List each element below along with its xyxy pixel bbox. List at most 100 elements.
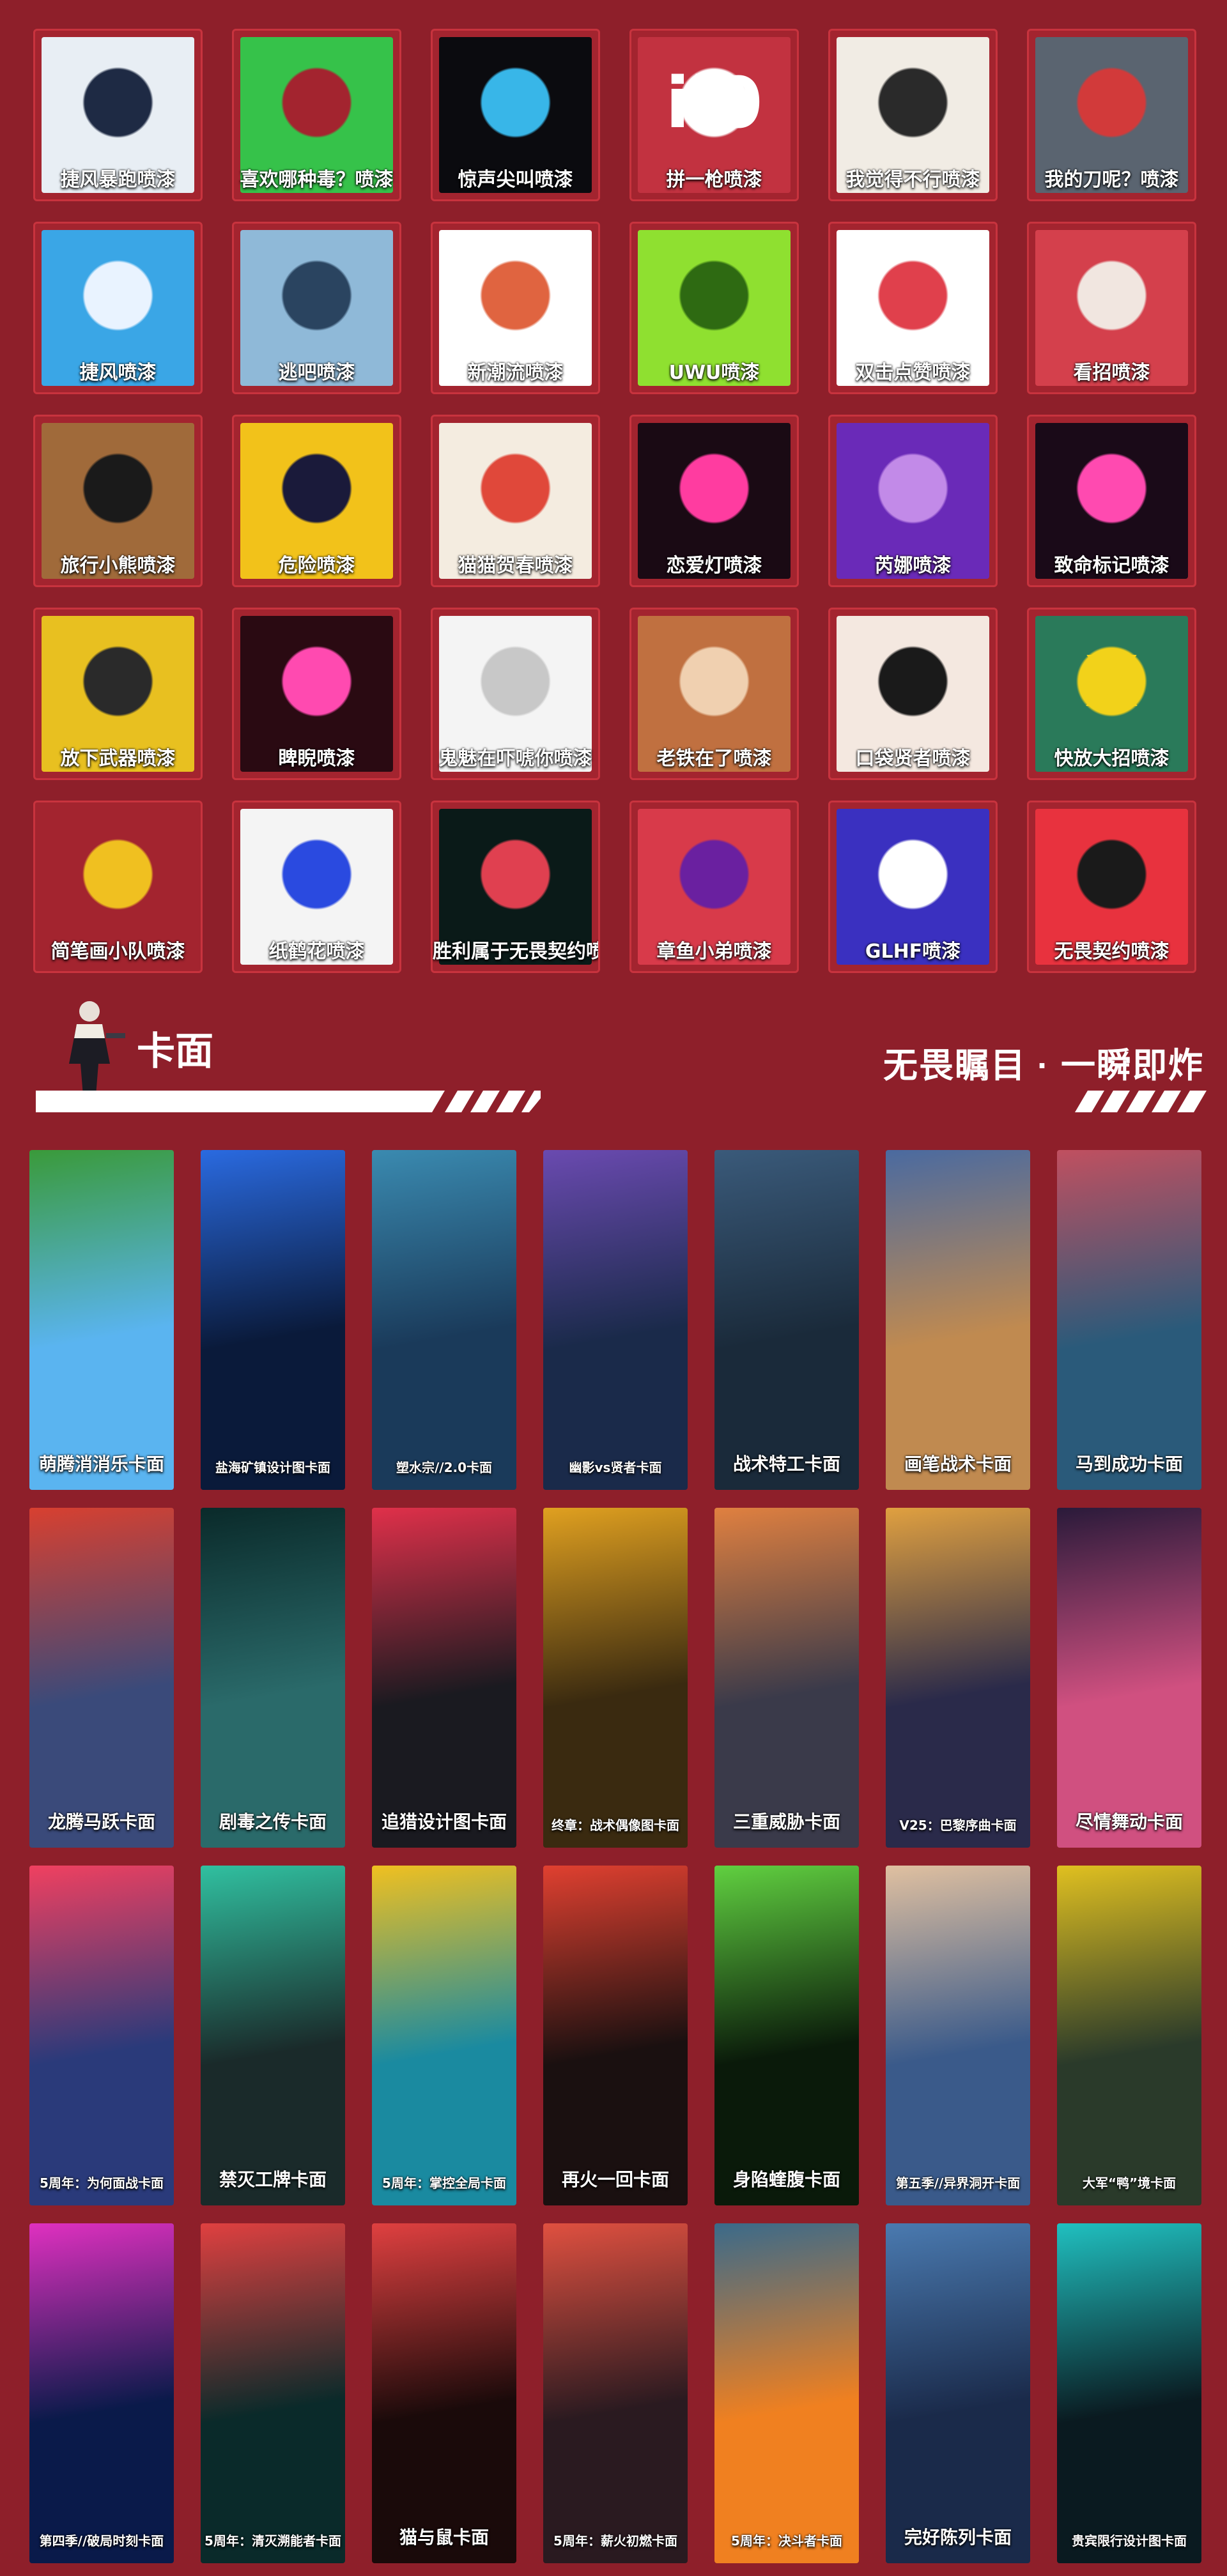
card-artwork bbox=[543, 2223, 688, 2563]
card-tile[interactable]: 幽影vs贤者卡面 bbox=[543, 1150, 688, 1490]
spray-tile[interactable]: X 快放大招喷漆 bbox=[1027, 608, 1196, 780]
card-tile[interactable]: 5周年：薪火初燃卡面 bbox=[543, 2223, 688, 2563]
card-label: 再火一回卡面 bbox=[561, 2169, 669, 2190]
card-artwork bbox=[29, 1150, 174, 1490]
spray-label: 双击点赞喷漆 bbox=[855, 362, 971, 384]
card-tile[interactable]: 5周年：决斗者卡面 bbox=[714, 2223, 859, 2563]
card-tile[interactable]: 萌腾消消乐卡面 bbox=[29, 1150, 174, 1490]
card-tile[interactable]: 贵宾限行设计图卡面 bbox=[1057, 2223, 1201, 2563]
left-stripe-bar bbox=[36, 1091, 541, 1112]
card-tile[interactable]: 追猎设计图卡面 bbox=[372, 1508, 516, 1848]
card-artwork bbox=[372, 1508, 516, 1848]
spray-tile[interactable]: 捷风喷漆 bbox=[33, 222, 203, 394]
spray-tile[interactable]: UWU喷漆 bbox=[629, 222, 799, 394]
card-label: 塑水宗//2.0卡面 bbox=[396, 1460, 493, 1475]
spray-label: 喜欢哪种毒？喷漆 bbox=[240, 169, 394, 191]
spray-tile[interactable]: 口袋贤者喷漆 bbox=[828, 608, 998, 780]
spray-tile[interactable]: 致命标记喷漆 bbox=[1027, 415, 1196, 587]
card-tile[interactable]: V25：巴黎序曲卡面 bbox=[886, 1508, 1030, 1848]
card-artwork bbox=[201, 1150, 345, 1490]
card-artwork bbox=[372, 1866, 516, 2205]
spray-tile[interactable]: 惊声尖叫喷漆 bbox=[431, 29, 600, 201]
spray-glyph: ii0 bbox=[665, 62, 763, 144]
card-label: 5周年：掌控全局卡面 bbox=[382, 2175, 506, 2191]
spray-tile[interactable]: 放下武器喷漆 bbox=[33, 608, 203, 780]
card-label: 5周年：决斗者卡面 bbox=[731, 2533, 842, 2549]
spray-tile[interactable]: 逃吧喷漆 bbox=[232, 222, 401, 394]
spray-tile[interactable]: 无畏契约喷漆 bbox=[1027, 801, 1196, 973]
card-tile[interactable]: 再火一回卡面 bbox=[543, 1866, 688, 2205]
spray-tile[interactable]: GLHF喷漆 bbox=[828, 801, 998, 973]
spray-label: 芮娜喷漆 bbox=[874, 555, 952, 577]
card-label: 第五季//异界洞开卡面 bbox=[895, 2175, 1021, 2191]
card-tile[interactable]: 猫与鼠卡面 bbox=[372, 2223, 516, 2563]
card-artwork bbox=[543, 1866, 688, 2205]
spray-label: 捷风暴跑喷漆 bbox=[60, 169, 176, 191]
spray-label: 我的刀呢？喷漆 bbox=[1044, 169, 1179, 191]
spray-tile[interactable]: 老铁在了喷漆 bbox=[629, 608, 799, 780]
spray-tile[interactable]: 旅行小熊喷漆 bbox=[33, 415, 203, 587]
card-tile[interactable]: 画笔战术卡面 bbox=[886, 1150, 1030, 1490]
card-artwork bbox=[714, 1866, 859, 2205]
spray-tile[interactable]: 我觉得不行喷漆 bbox=[828, 29, 998, 201]
card-label: 第四季//破局时刻卡面 bbox=[39, 2533, 164, 2549]
spray-tile[interactable]: 芮娜喷漆 bbox=[828, 415, 998, 587]
card-tile[interactable]: 身陷蝰腹卡面 bbox=[714, 1866, 859, 2205]
card-artwork bbox=[201, 1866, 345, 2205]
card-tile[interactable]: 第五季//异界洞开卡面 bbox=[886, 1866, 1030, 2205]
spray-tile[interactable]: 捷风暴跑喷漆 bbox=[33, 29, 203, 201]
card-label: 身陷蝰腹卡面 bbox=[732, 2169, 840, 2190]
card-label: 尽情舞动卡面 bbox=[1075, 1811, 1183, 1832]
spray-tile[interactable]: 简笔画小队喷漆 bbox=[33, 801, 203, 973]
card-tile[interactable]: 盐海矿镇设计图卡面 bbox=[201, 1150, 345, 1490]
card-tile[interactable]: 大军“鸭”境卡面 bbox=[1057, 1866, 1201, 2205]
spray-tile[interactable]: 新潮流喷漆 bbox=[431, 222, 600, 394]
spray-tile[interactable]: 胜利属于无畏契约喷漆 bbox=[431, 801, 600, 973]
spray-tile[interactable]: 双击点赞喷漆 bbox=[828, 222, 998, 394]
spray-tile[interactable]: 看招喷漆 bbox=[1027, 222, 1196, 394]
card-tile[interactable]: 5周年：掌控全局卡面 bbox=[372, 1866, 516, 2205]
spray-label: 逃吧喷漆 bbox=[278, 362, 355, 384]
card-label: 幽影vs贤者卡面 bbox=[569, 1460, 662, 1475]
spray-tile[interactable]: 危险喷漆 bbox=[232, 415, 401, 587]
spray-tile[interactable]: 章鱼小弟喷漆 bbox=[629, 801, 799, 973]
spray-tile[interactable]: 喜欢哪种毒？喷漆 bbox=[232, 29, 401, 201]
spray-tile[interactable]: 恋爱灯喷漆 bbox=[629, 415, 799, 587]
card-artwork bbox=[714, 2223, 859, 2563]
spray-tile[interactable]: 睥睨喷漆 bbox=[232, 608, 401, 780]
card-tile[interactable]: 5周年：清灭溯能者卡面 bbox=[201, 2223, 345, 2563]
spray-label: 睥睨喷漆 bbox=[278, 747, 355, 770]
card-tile[interactable]: 塑水宗//2.0卡面 bbox=[372, 1150, 516, 1490]
spray-label: 鬼魅在吓唬你喷漆 bbox=[438, 747, 592, 770]
spray-label: 老铁在了喷漆 bbox=[656, 747, 772, 770]
card-tile[interactable]: 三重威胁卡面 bbox=[714, 1508, 859, 1848]
card-tile[interactable]: 龙腾马跃卡面 bbox=[29, 1508, 174, 1848]
spray-tile[interactable]: 纸鹤花喷漆 bbox=[232, 801, 401, 973]
card-artwork bbox=[201, 2223, 345, 2563]
card-tile[interactable]: 尽情舞动卡面 bbox=[1057, 1508, 1201, 1848]
card-tile[interactable]: 终章：战术偶像图卡面 bbox=[543, 1508, 688, 1848]
card-artwork bbox=[29, 1866, 174, 2205]
card-tile[interactable]: 第四季//破局时刻卡面 bbox=[29, 2223, 174, 2563]
spray-glyph: X bbox=[1084, 641, 1139, 723]
spray-label: 拼一枪喷漆 bbox=[666, 169, 762, 191]
card-tile[interactable]: 5周年：为何面战卡面 bbox=[29, 1866, 174, 2205]
spray-tile[interactable]: 我的刀呢？喷漆 bbox=[1027, 29, 1196, 201]
card-tile[interactable]: 战术特工卡面 bbox=[714, 1150, 859, 1490]
spray-label: 新潮流喷漆 bbox=[467, 362, 564, 384]
spray-tile[interactable]: 鬼魅在吓唬你喷漆 bbox=[431, 608, 600, 780]
card-grid: 萌腾消消乐卡面 盐海矿镇设计图卡面 塑水宗//2.0卡面 幽影vs贤者卡面 战术特工卡面… bbox=[29, 1150, 1201, 2563]
spray-label: 恋爱灯喷漆 bbox=[666, 555, 762, 577]
card-tile[interactable]: 完好陈列卡面 bbox=[886, 2223, 1030, 2563]
card-tile[interactable]: 禁灭工牌卡面 bbox=[201, 1866, 345, 2205]
spray-tile[interactable]: 猫猫贺春喷漆 bbox=[431, 415, 600, 587]
card-artwork bbox=[29, 2223, 174, 2563]
card-label: 完好陈列卡面 bbox=[904, 2527, 1012, 2548]
card-tile[interactable]: 马到成功卡面 bbox=[1057, 1150, 1201, 1490]
spray-label: 惊声尖叫喷漆 bbox=[458, 169, 573, 191]
card-label: 马到成功卡面 bbox=[1075, 1453, 1183, 1475]
card-artwork bbox=[543, 1150, 688, 1490]
spray-tile[interactable]: ii0 拼一枪喷漆 bbox=[629, 29, 799, 201]
card-artwork bbox=[1057, 2223, 1201, 2563]
card-tile[interactable]: 剧毒之传卡面 bbox=[201, 1508, 345, 1848]
